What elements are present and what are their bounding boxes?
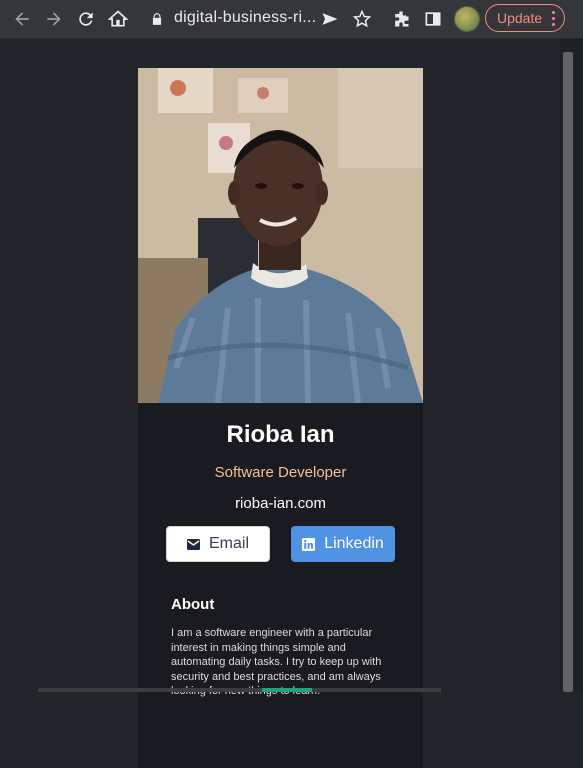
reload-icon[interactable] — [74, 7, 98, 31]
side-panel-icon[interactable] — [421, 7, 445, 31]
email-button[interactable]: Email — [166, 526, 270, 562]
taskbar-strip — [38, 688, 441, 692]
business-card: Rioba Ian Software Developer rioba-ian.c… — [138, 68, 423, 768]
profile-website[interactable]: rioba-ian.com — [138, 495, 423, 512]
forward-icon[interactable] — [42, 7, 66, 31]
profile-title: Software Developer — [214, 464, 347, 481]
more-menu-icon[interactable] — [552, 11, 555, 26]
home-icon[interactable] — [106, 7, 130, 31]
back-icon[interactable] — [10, 7, 34, 31]
lock-icon[interactable] — [146, 7, 168, 31]
taskbar-active-indicator — [262, 688, 312, 692]
profile-avatar[interactable] — [454, 6, 480, 32]
address-bar-url[interactable]: digital-business-ri... — [174, 9, 316, 27]
email-button-label: Email — [208, 535, 249, 552]
about-heading: About — [171, 596, 215, 613]
linkedin-icon — [302, 537, 316, 551]
update-label: Update — [497, 10, 543, 26]
extensions-puzzle-icon[interactable] — [389, 7, 413, 31]
page-viewport: Rioba Ian Software Developer rioba-ian.c… — [0, 39, 560, 768]
profile-name: Rioba Ian — [226, 421, 335, 448]
scrollbar-thumb[interactable] — [563, 52, 573, 692]
profile-photo — [138, 68, 423, 403]
update-button[interactable]: Update — [485, 4, 565, 32]
bookmark-star-icon[interactable] — [350, 7, 374, 31]
browser-toolbar: digital-business-ri... Update — [0, 0, 583, 39]
linkedin-button[interactable]: Linkedin — [291, 526, 395, 562]
send-icon[interactable] — [318, 7, 342, 31]
linkedin-button-label: Linkedin — [324, 535, 384, 552]
mail-icon — [186, 538, 200, 550]
